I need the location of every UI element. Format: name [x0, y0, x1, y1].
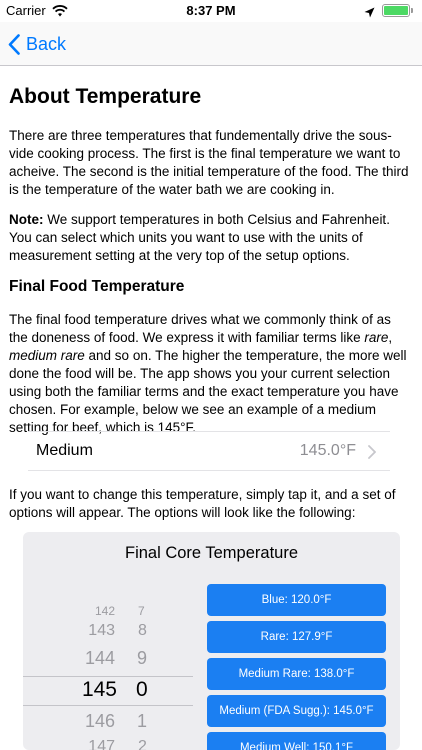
term-medium-rare: medium rare — [9, 348, 85, 363]
setting-label: Medium — [36, 442, 93, 459]
wheel-digit: 2 — [138, 738, 147, 750]
wheel-value: 147 — [88, 738, 115, 750]
wheel-value: 146 — [84, 711, 115, 731]
term-rare: rare — [364, 330, 389, 345]
wheel-digit: 9 — [137, 648, 148, 668]
section-text-1: The final food temperature drives what w… — [9, 312, 391, 345]
option-rare-button[interactable]: Rare: 127.9°F — [207, 621, 386, 653]
wheel-digit: 8 — [138, 622, 147, 639]
note-paragraph: Note: We support temperatures in both Ce… — [9, 211, 413, 265]
term-separator: , — [388, 330, 393, 345]
back-label: Back — [26, 33, 67, 54]
section-paragraph: The final food temperature drives what w… — [9, 311, 413, 437]
wheel-value: 142 — [94, 604, 115, 618]
chevron-left-icon — [8, 33, 20, 55]
status-time: 8:37 PM — [186, 3, 236, 18]
option-medium-button[interactable]: Medium (FDA Sugg.): 145.0°F — [207, 695, 386, 727]
section-title: Final Food Temperature — [9, 278, 185, 295]
note-label: Note: — [9, 212, 44, 227]
wheel-selected-value: 145 — [81, 678, 117, 701]
note-text: We support temperatures in both Celsius … — [9, 212, 390, 263]
status-bar: Carrier 8:37 PM — [0, 0, 422, 22]
temperature-wheel[interactable]: 142 7 143 8 144 9 145 0 146 1 147 2 — [23, 532, 193, 750]
intro-paragraph: There are three temperatures that fundem… — [9, 128, 409, 197]
battery-icon — [382, 4, 410, 17]
battery-tip — [411, 8, 413, 13]
article-content: About Temperature There are three temper… — [9, 84, 413, 449]
wheel-value: 144 — [84, 648, 115, 668]
wheel-digit: 1 — [137, 711, 148, 731]
setting-value: 145.0°F — [299, 442, 356, 459]
wheel-value: 143 — [88, 622, 115, 639]
navigation-bar: Back — [0, 22, 422, 66]
wheel-selected-digit: 0 — [136, 678, 148, 701]
temperature-setting-row[interactable]: Medium 145.0°F — [28, 431, 390, 471]
wheel-digit: 7 — [138, 604, 145, 618]
chevron-right-icon — [368, 445, 376, 459]
picker-panel: Final Core Temperature 142 7 143 8 144 9… — [23, 532, 400, 750]
option-medium-rare-button[interactable]: Medium Rare: 138.0°F — [207, 658, 386, 690]
back-button[interactable]: Back — [8, 30, 66, 58]
change-instructions: If you want to change this temperature, … — [9, 487, 396, 520]
option-blue-button[interactable]: Blue: 120.0°F — [207, 584, 386, 616]
location-arrow-icon — [364, 5, 375, 23]
option-medium-well-button[interactable]: Medium Well: 150.1°F — [207, 732, 386, 750]
page-title: About Temperature — [9, 85, 202, 108]
